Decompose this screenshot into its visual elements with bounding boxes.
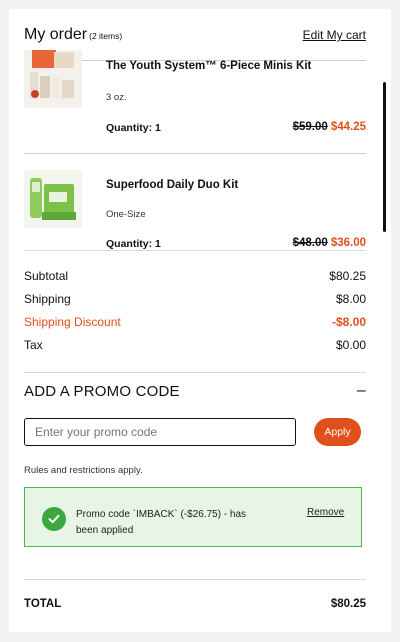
product-price: $48.00 $36.00 (293, 237, 366, 249)
shipping-discount-row: Shipping Discount -$8.00 (24, 310, 366, 333)
tax-row: Tax $0.00 (24, 333, 366, 356)
tax-value: $0.00 (335, 337, 366, 352)
original-price: $48.00 (292, 237, 328, 249)
shipping-label: Shipping (24, 291, 71, 306)
collapse-icon[interactable]: – (357, 382, 366, 400)
total-label: TOTAL (24, 598, 62, 610)
tax-label: Tax (24, 337, 43, 352)
subtotal-label: Subtotal (24, 268, 69, 283)
product-thumbnail-icon (24, 50, 82, 108)
promo-section-header[interactable]: ADD A PROMO CODE – (24, 382, 366, 400)
cart-item: The Youth System™ 6-Piece Minis Kit 3 oz… (24, 50, 366, 150)
promo-divider (24, 372, 366, 373)
check-icon (42, 507, 66, 531)
sale-price: $36.00 (330, 237, 366, 249)
product-size: One-Size (106, 209, 146, 220)
item-divider (24, 153, 366, 154)
promo-success-message: Promo code `IMBACK` (-$26.75) - has been… (76, 509, 247, 536)
product-quantity: Quantity: 1 (106, 238, 161, 250)
order-header: My order (2 items) Edit My cart (24, 26, 366, 50)
promo-success-banner: Promo code `IMBACK` (-$26.75) - has been… (24, 487, 362, 547)
product-name: Superfood Daily Duo Kit (106, 179, 239, 191)
product-size: 3 oz. (106, 92, 127, 103)
order-title-text: My order (24, 26, 88, 43)
summary-top-divider (24, 250, 366, 251)
sale-price: $44.25 (330, 121, 366, 133)
apply-button[interactable]: Apply (314, 418, 361, 446)
promo-code-input[interactable] (24, 418, 296, 446)
total-value: $80.25 (330, 598, 366, 610)
subtotal-row: Subtotal $80.25 (24, 264, 366, 287)
rules-note: Rules and restrictions apply. (24, 465, 143, 476)
subtotal-value: $80.25 (329, 268, 366, 283)
cart-item: Superfood Daily Duo Kit One-Size Quantit… (24, 170, 366, 250)
remove-promo-link[interactable]: Remove (307, 507, 344, 518)
product-name: The Youth System™ 6-Piece Minis Kit (106, 60, 312, 72)
shipping-row: Shipping $8.00 (24, 287, 366, 310)
product-thumbnail-icon (24, 170, 82, 228)
cart-items-list[interactable]: The Youth System™ 6-Piece Minis Kit 3 oz… (24, 50, 376, 250)
shipping-discount-label: Shipping Discount (24, 314, 121, 329)
order-title: My order (2 items) (24, 26, 122, 44)
product-quantity: Quantity: 1 (106, 122, 161, 134)
original-price: $59.00 (292, 121, 328, 133)
total-divider (24, 579, 366, 580)
items-scrollbar[interactable] (383, 82, 386, 232)
shipping-value: $8.00 (335, 291, 366, 306)
shipping-discount-value: -$8.00 (331, 314, 366, 329)
edit-cart-link[interactable]: Edit My cart (303, 28, 366, 42)
price-summary: Subtotal $80.25 Shipping $8.00 Shipping … (24, 264, 366, 356)
product-price: $59.00 $44.25 (293, 121, 366, 133)
order-total: TOTAL $80.25 (24, 598, 366, 610)
promo-heading: ADD A PROMO CODE (24, 382, 180, 400)
item-count: (2 items) (89, 31, 123, 41)
